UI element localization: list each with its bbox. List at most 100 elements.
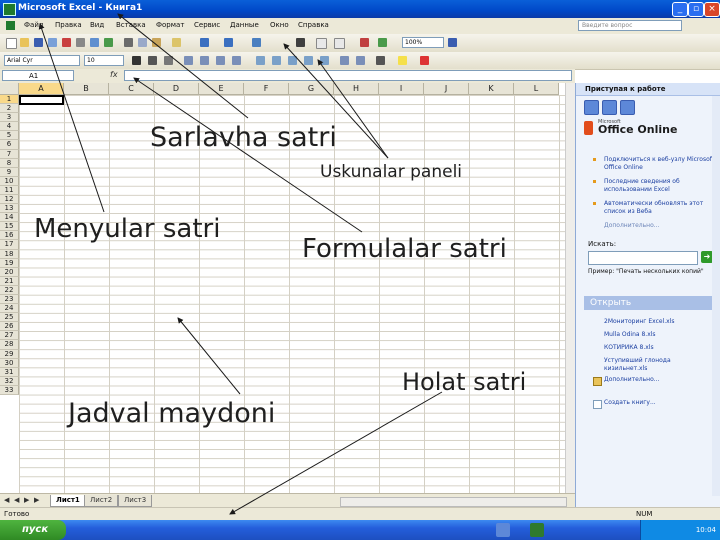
zoom-select[interactable]: 100% xyxy=(402,37,444,48)
name-box[interactable]: A1 xyxy=(2,70,74,81)
chart-wizard-icon[interactable] xyxy=(360,38,369,47)
row-header[interactable]: 27 xyxy=(0,331,19,341)
ask-question-input[interactable]: Введите вопрос xyxy=(578,20,682,31)
prev-sheet-icon[interactable]: ◀ xyxy=(14,496,19,504)
news-link[interactable]: Последние сведения об использовании Exce… xyxy=(604,178,716,194)
menu-insert[interactable]: Вставка xyxy=(116,21,146,29)
row-header[interactable]: 10 xyxy=(0,176,19,186)
column-header[interactable]: J xyxy=(424,83,469,95)
row-header[interactable]: 33 xyxy=(0,385,19,395)
font-select[interactable]: Arial Cyr xyxy=(4,55,80,66)
select-all-corner[interactable] xyxy=(0,83,19,95)
formula-input[interactable] xyxy=(124,70,572,81)
row-header[interactable]: 21 xyxy=(0,276,19,286)
fx-icon[interactable]: fx xyxy=(110,70,118,79)
italic-icon[interactable] xyxy=(148,56,157,65)
search-input[interactable] xyxy=(588,251,698,265)
drawing-icon[interactable] xyxy=(378,38,387,47)
autosum-icon[interactable] xyxy=(296,38,305,47)
row-header[interactable]: 30 xyxy=(0,358,19,368)
column-header[interactable]: I xyxy=(379,83,424,95)
row-header[interactable]: 4 xyxy=(0,122,19,132)
open-icon[interactable] xyxy=(20,38,29,47)
next-sheet-icon[interactable]: ▶ xyxy=(24,496,29,504)
column-header[interactable]: L xyxy=(514,83,559,95)
menu-window[interactable]: Окно xyxy=(270,21,289,29)
back-icon[interactable] xyxy=(584,100,599,115)
undo-icon[interactable] xyxy=(200,38,209,47)
recent-file[interactable]: Уступивший глонода кизильнет.xls xyxy=(604,357,714,373)
sort-desc-icon[interactable] xyxy=(334,38,345,49)
row-header[interactable]: 6 xyxy=(0,140,19,150)
horizontal-scrollbar[interactable] xyxy=(340,497,567,507)
preview-icon[interactable] xyxy=(90,38,99,47)
copy-icon[interactable] xyxy=(138,38,147,47)
row-header[interactable]: 14 xyxy=(0,213,19,223)
redo-icon[interactable] xyxy=(224,38,233,47)
menu-view[interactable]: Вид xyxy=(90,21,104,29)
fill-color-icon[interactable] xyxy=(398,56,407,65)
sheet-tab[interactable]: Лист2 xyxy=(84,495,119,507)
decrease-indent-icon[interactable] xyxy=(340,56,349,65)
active-cell[interactable] xyxy=(19,95,64,105)
start-button[interactable]: пуск xyxy=(0,520,66,540)
recent-file[interactable]: КОТИРИКА 8.xls xyxy=(604,344,714,352)
column-header[interactable]: F xyxy=(244,83,289,95)
cell-area[interactable] xyxy=(19,95,575,493)
increase-decimal-icon[interactable] xyxy=(304,56,313,65)
more-link[interactable]: Дополнительно... xyxy=(604,222,716,230)
row-header[interactable]: 20 xyxy=(0,267,19,277)
menu-help[interactable]: Справка xyxy=(298,21,329,29)
row-header[interactable]: 1 xyxy=(0,95,19,105)
merge-icon[interactable] xyxy=(232,56,241,65)
print-icon[interactable] xyxy=(76,38,85,47)
borders-icon[interactable] xyxy=(376,56,385,65)
recent-file[interactable]: Mulla Odina 8.xls xyxy=(604,331,714,339)
percent-icon[interactable] xyxy=(272,56,281,65)
doc-icon[interactable] xyxy=(6,21,15,30)
increase-indent-icon[interactable] xyxy=(356,56,365,65)
row-header[interactable]: 23 xyxy=(0,294,19,305)
sort-asc-icon[interactable] xyxy=(316,38,327,49)
row-header[interactable]: 26 xyxy=(0,322,19,332)
row-header[interactable]: 19 xyxy=(0,258,19,268)
font-size-select[interactable]: 10 xyxy=(84,55,124,66)
underline-icon[interactable] xyxy=(164,56,173,65)
menu-tools[interactable]: Сервис xyxy=(194,21,220,29)
paste-icon[interactable] xyxy=(152,38,161,47)
help-icon[interactable] xyxy=(448,38,457,47)
row-header[interactable]: 17 xyxy=(0,240,19,250)
email-icon[interactable] xyxy=(62,38,71,47)
row-header[interactable]: 25 xyxy=(0,313,19,323)
last-sheet-icon[interactable]: ▶ xyxy=(34,496,39,504)
row-header[interactable]: 7 xyxy=(0,149,19,159)
row-header[interactable]: 11 xyxy=(0,185,19,195)
column-header[interactable]: C xyxy=(109,83,154,95)
row-header[interactable]: 32 xyxy=(0,376,19,386)
cut-icon[interactable] xyxy=(124,38,133,47)
row-header[interactable]: 16 xyxy=(0,231,19,241)
sheet-tab[interactable]: Лист1 xyxy=(50,495,86,507)
column-header[interactable]: A xyxy=(19,83,64,95)
column-header[interactable]: B xyxy=(64,83,109,95)
currency-icon[interactable] xyxy=(256,56,265,65)
row-header[interactable]: 29 xyxy=(0,349,19,359)
row-header[interactable]: 9 xyxy=(0,167,19,177)
column-header[interactable]: D xyxy=(154,83,199,95)
task-pane-scrollbar[interactable] xyxy=(712,96,720,496)
row-header[interactable]: 15 xyxy=(0,222,19,232)
row-header[interactable]: 5 xyxy=(0,131,19,141)
row-header[interactable]: 12 xyxy=(0,194,19,205)
row-header[interactable]: 31 xyxy=(0,367,19,377)
close-button[interactable]: × xyxy=(704,2,720,17)
taskbar-app-icon[interactable] xyxy=(496,523,510,537)
row-header[interactable]: 2 xyxy=(0,104,19,114)
excel-task-icon[interactable] xyxy=(530,523,544,537)
row-header[interactable]: 3 xyxy=(0,113,19,123)
auto-update-link[interactable]: Автоматически обновлять этот список из В… xyxy=(604,200,716,216)
restore-button[interactable]: ▫ xyxy=(688,2,704,17)
minimize-button[interactable]: _ xyxy=(672,2,688,17)
column-header[interactable]: E xyxy=(199,83,244,95)
recent-file[interactable]: 2Мониторинг Excel.xls xyxy=(604,318,714,326)
row-header[interactable]: 18 xyxy=(0,249,19,259)
